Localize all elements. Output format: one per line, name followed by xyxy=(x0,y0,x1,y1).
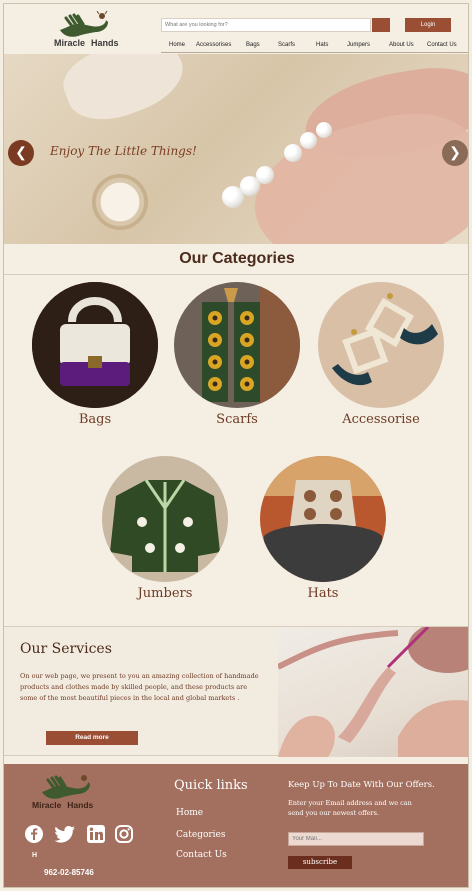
brand-part1: Miracle xyxy=(54,38,86,48)
category-accessorise[interactable]: Accessorise xyxy=(318,282,444,432)
bead xyxy=(316,122,332,138)
category-label: Hats xyxy=(307,586,339,601)
search-input[interactable] xyxy=(161,18,371,32)
email-field[interactable] xyxy=(288,832,424,846)
site-footer: Miracle Hands H 962-02-85746 Quick links … xyxy=(4,764,468,887)
scarf-image-icon xyxy=(174,282,300,408)
services-title: Our Services xyxy=(20,641,112,657)
carousel-prev-button[interactable]: ❮ xyxy=(8,140,34,166)
brand-part2: Hands xyxy=(91,38,119,48)
search-button[interactable] xyxy=(372,18,390,32)
twitter-icon[interactable] xyxy=(54,824,75,844)
chevron-right-icon: ❯ xyxy=(449,144,461,160)
linkedin-icon[interactable] xyxy=(86,824,106,844)
bead xyxy=(256,166,274,184)
site-header: Miracle Hands Login Home Accessorises Bag… xyxy=(4,4,468,56)
category-image xyxy=(102,456,228,582)
footer-brand-name: Miracle Hands xyxy=(32,800,93,810)
services-section: Our Services On our web page, we present… xyxy=(4,626,468,757)
category-image xyxy=(32,282,158,408)
hero-banner: Enjoy The Little Things! ❮ ❯ xyxy=(4,54,468,244)
category-hats[interactable]: Hats xyxy=(260,456,386,606)
footer-brand-part2: Hands xyxy=(67,800,94,810)
nav-jumpers[interactable]: Jumpers xyxy=(347,42,370,48)
offers-description: Enter your Email address and we can send… xyxy=(288,799,412,817)
bag-image-icon xyxy=(32,282,158,408)
offers-title: Keep Up To Date With Our Offers. xyxy=(288,780,435,790)
carousel-next-button[interactable]: ❯ xyxy=(442,140,468,166)
category-image xyxy=(260,456,386,582)
hat-image-icon xyxy=(260,456,386,582)
category-label: Accessorise xyxy=(342,412,420,427)
category-bags[interactable]: Bags xyxy=(32,282,158,432)
footer-logo[interactable]: Miracle Hands xyxy=(30,770,130,816)
category-jumbers[interactable]: Jumbers xyxy=(102,456,228,606)
nav-divider xyxy=(161,52,468,53)
bead xyxy=(284,144,302,162)
services-image xyxy=(278,627,468,757)
instagram-icon[interactable] xyxy=(114,824,134,844)
earrings-image-icon xyxy=(318,282,444,408)
chevron-left-icon: ❮ xyxy=(15,144,27,160)
category-image xyxy=(318,282,444,408)
hero-cup-shape xyxy=(92,174,148,230)
site-logo[interactable]: Miracle Hands xyxy=(50,8,150,52)
nav-contact-us[interactable]: Contact Us xyxy=(427,42,457,48)
hero-cloth-shape xyxy=(55,54,193,133)
page-frame: Miracle Hands Login Home Accessorises Bag… xyxy=(3,3,469,888)
subscribe-button[interactable]: subscribe xyxy=(288,856,352,869)
brand-name: Miracle Hands xyxy=(54,38,119,48)
category-image xyxy=(174,282,300,408)
footer-link-home[interactable]: Home xyxy=(176,808,203,818)
category-scarfs[interactable]: Scarfs xyxy=(174,282,300,432)
bead xyxy=(300,132,317,149)
categories-divider xyxy=(4,274,468,275)
nav-scarfs[interactable]: Scarfs xyxy=(278,42,295,48)
category-label: Jumbers xyxy=(137,586,193,601)
footer-small-text: H xyxy=(32,852,38,859)
jumper-image-icon xyxy=(102,456,228,582)
category-label: Bags xyxy=(78,412,112,427)
nav-bags[interactable]: Bags xyxy=(246,42,260,48)
social-links xyxy=(24,824,144,846)
footer-phone: 962-02-85746 xyxy=(44,868,94,877)
footer-link-contact-us[interactable]: Contact Us xyxy=(176,850,227,860)
footer-brand-part1: Miracle xyxy=(32,800,62,810)
categories-title: Our Categories xyxy=(179,250,295,267)
footer-link-categories[interactable]: Categories xyxy=(176,830,226,840)
nav-accessorises[interactable]: Accessorises xyxy=(196,42,231,48)
facebook-icon[interactable] xyxy=(24,824,44,844)
nav-about-us[interactable]: About Us xyxy=(389,42,414,48)
services-description: On our web page, we present to you an am… xyxy=(20,672,259,702)
login-button[interactable]: Login xyxy=(405,18,451,32)
category-label: Scarfs xyxy=(216,412,258,427)
nav-home[interactable]: Home xyxy=(169,42,185,48)
hero-tagline: Enjoy The Little Things! xyxy=(50,144,197,158)
nav-hats[interactable]: Hats xyxy=(316,42,328,48)
read-more-button[interactable]: Read more xyxy=(46,731,138,745)
quick-links-title: Quick links xyxy=(174,778,248,793)
crochet-image-icon xyxy=(278,627,468,757)
